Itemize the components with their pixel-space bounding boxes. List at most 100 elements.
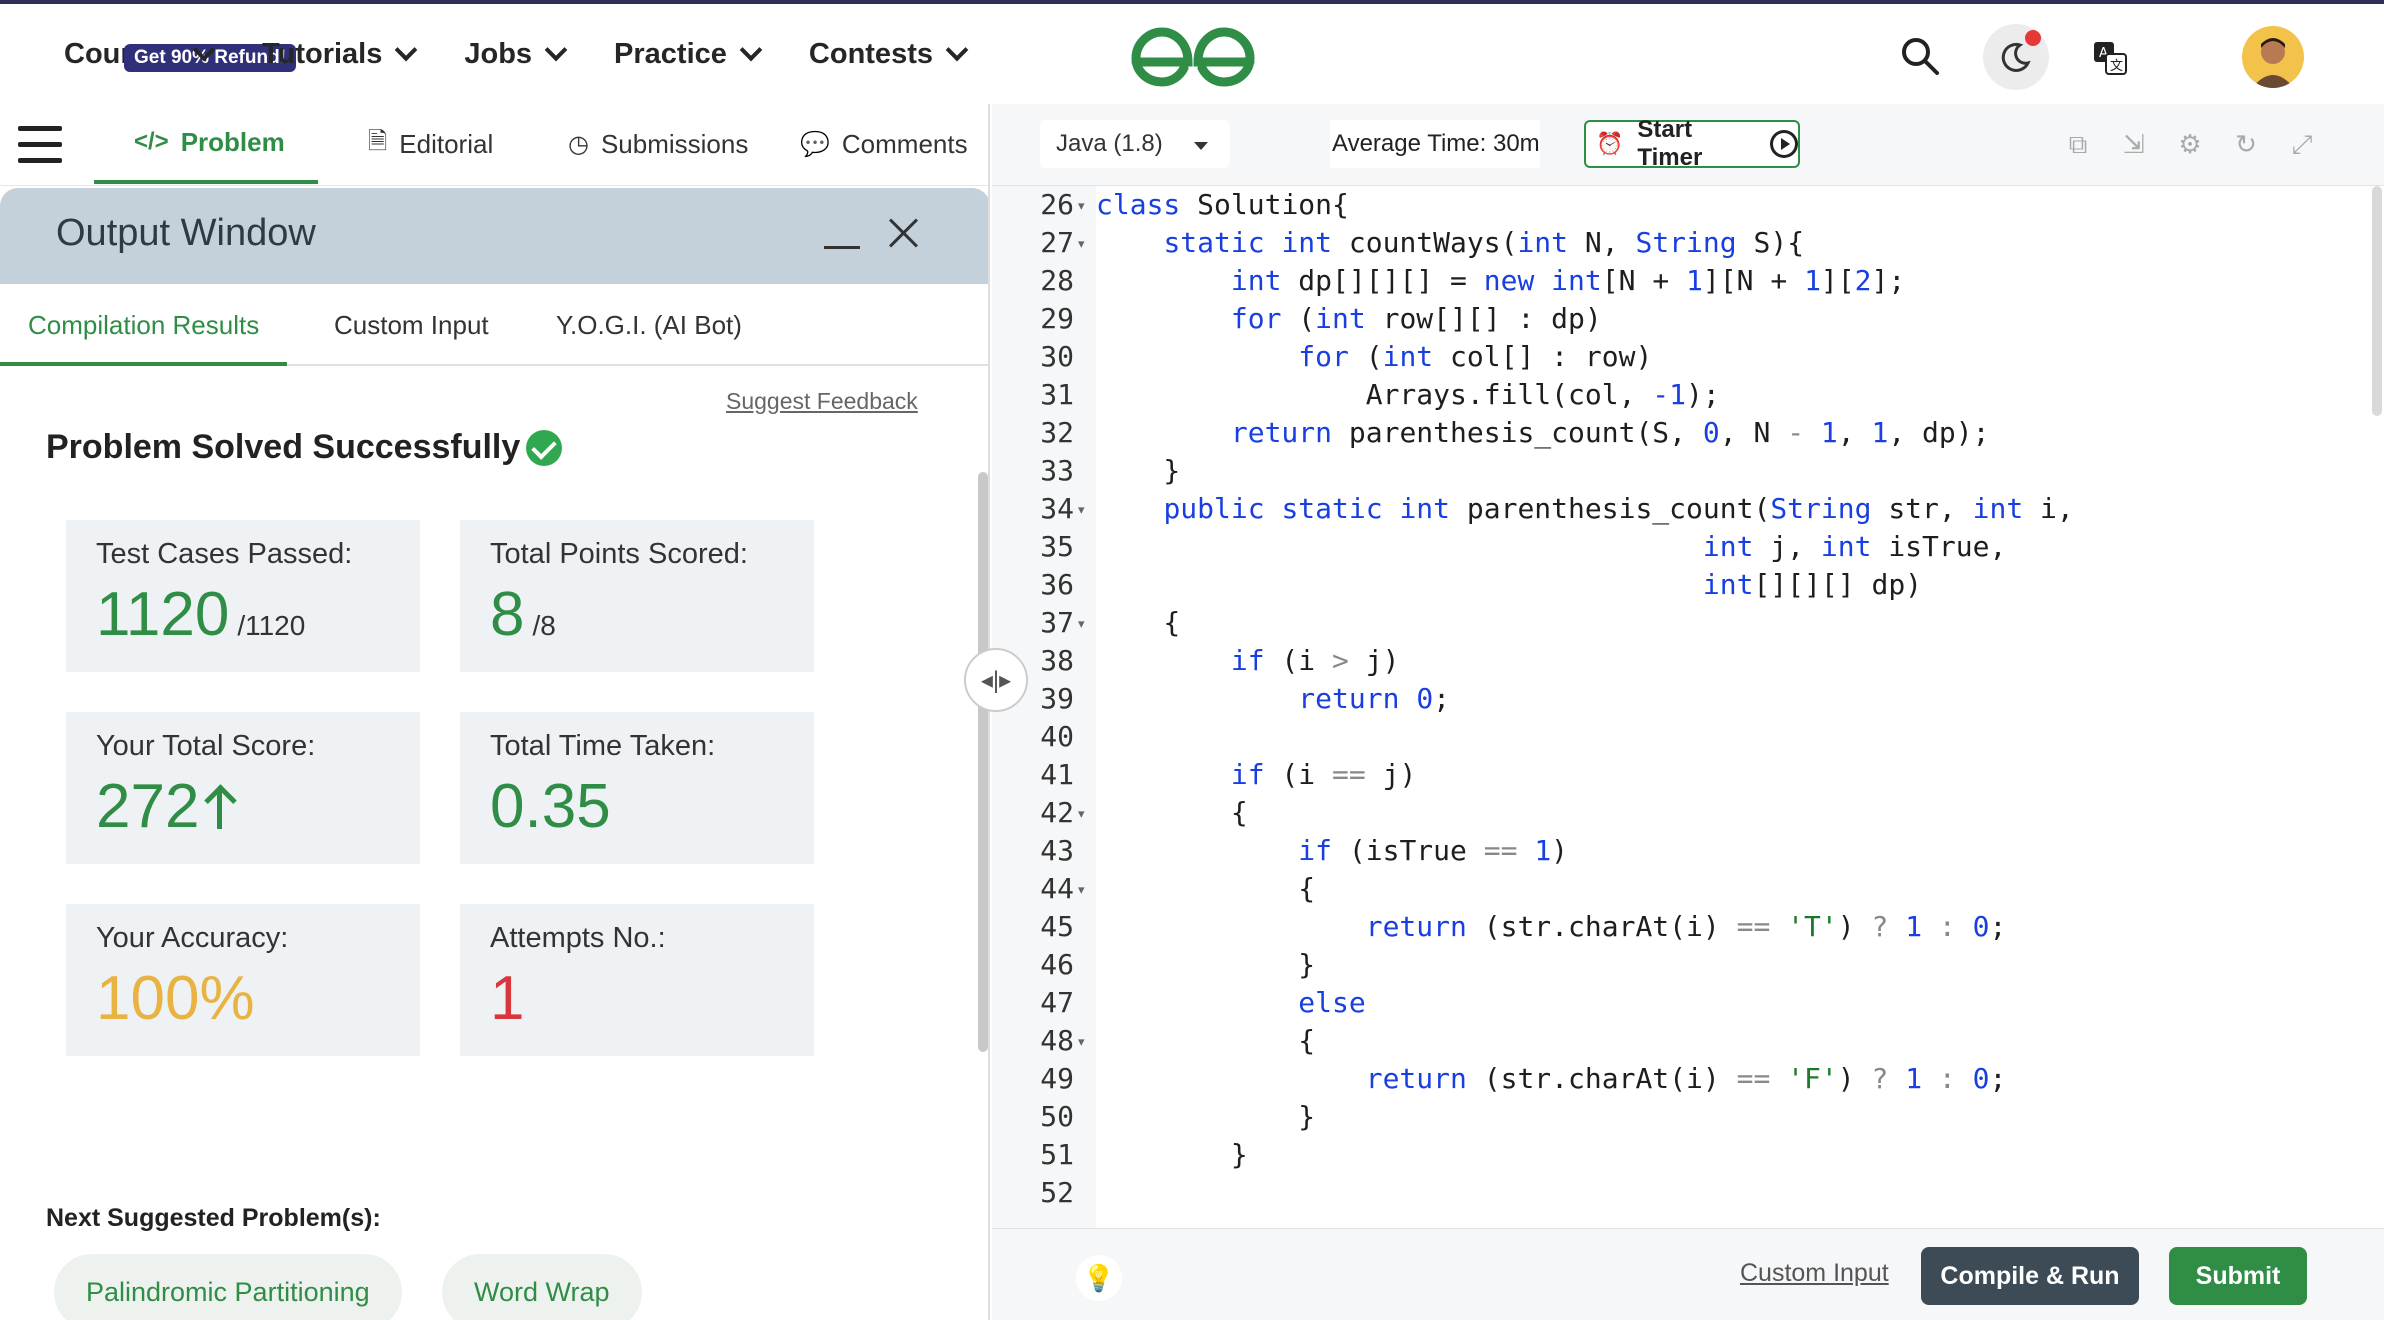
fold-caret-icon[interactable]: ▾ <box>1078 198 1085 214</box>
search-icon[interactable] <box>1898 34 1942 78</box>
line-number: 34 <box>1040 492 1074 525</box>
close-icon[interactable] <box>886 214 922 250</box>
subtab-yogi-ai-bot[interactable]: Y.O.G.I. (AI Bot) <box>556 284 742 366</box>
tab-problem[interactable]: </> Problem <box>94 104 318 184</box>
points-card: Total Points Scored: 8/8 <box>460 520 814 672</box>
copy-icon[interactable]: ⧉ <box>2062 128 2094 160</box>
test-cases-card: Test Cases Passed: 1120/1120 <box>66 520 420 672</box>
lightbulb-icon[interactable]: 💡 <box>1076 1255 1122 1301</box>
solved-heading: Problem Solved Successfully <box>46 428 563 467</box>
nav-courses[interactable]: Get 90% Refund! Courses <box>64 38 297 72</box>
code-line: public static int parenthesis_count(Stri… <box>1163 492 2074 525</box>
code-line: } <box>1096 948 1316 981</box>
left-panel: </> Problem 🗎 Editorial ◷ Submissions 💬 Comm… <box>0 104 990 1320</box>
line-number-gutter: 26 ▾ 27 ▾ 28 29 30 31 32 33 34 ▾ 35 36 37 ▾ 38 39 40 41 42 ▾ 4… <box>992 186 1096 1320</box>
language-select[interactable]: Java (1.8) <box>1040 120 1230 168</box>
code-line: } <box>1096 1100 1316 1133</box>
problem-tabs: </> Problem 🗎 Editorial ◷ Submissions 💬 Comm… <box>0 104 988 186</box>
dark-mode-toggle[interactable] <box>1983 24 2049 90</box>
attempts-card: Attempts No.: 1 <box>460 904 814 1056</box>
chevron-down-icon <box>544 38 568 62</box>
start-timer-button[interactable]: ⏰ Start Timer <box>1584 116 1800 171</box>
line-number: 49 <box>1040 1062 1074 1095</box>
fold-caret-icon[interactable]: ▾ <box>1078 616 1085 632</box>
time-taken-value: 0.35 <box>490 772 611 841</box>
nav-tutorials[interactable]: Tutorials <box>262 37 418 71</box>
moon-icon <box>2001 42 2031 72</box>
suggest-feedback-link[interactable]: Suggest Feedback <box>726 388 918 415</box>
code-line: return (str.charAt(i) == 'T') ? 1 : 0; <box>1365 910 2007 943</box>
line-number: 44 <box>1040 872 1074 905</box>
site-logo[interactable] <box>1130 24 1256 90</box>
suggestion-chip[interactable]: Palindromic Partitioning <box>54 1254 402 1320</box>
code-line: { <box>1096 1024 1316 1057</box>
tab-editorial[interactable]: 🗎 Editorial <box>368 104 493 184</box>
chevron-down-icon <box>945 38 969 62</box>
notification-dot <box>2025 30 2041 46</box>
accuracy-label: Your Accuracy: <box>96 922 289 954</box>
line-number: 31 <box>1040 378 1074 411</box>
line-number: 45 <box>1040 910 1074 943</box>
start-timer-label: Start Timer <box>1637 116 1703 171</box>
hamburger-menu-icon[interactable] <box>18 126 62 164</box>
nav-jobs[interactable]: Jobs <box>464 38 568 71</box>
output-scrollbar[interactable] <box>978 472 988 1052</box>
svg-text:文: 文 <box>2110 59 2123 74</box>
subtab-compilation-results[interactable]: Compilation Results <box>0 284 288 366</box>
output-window: Output Window Compilation Results Custom… <box>0 188 988 1320</box>
compile-run-button[interactable]: Compile & Run <box>1921 1247 2139 1305</box>
tab-problem-label: Problem <box>180 126 285 157</box>
custom-input-link[interactable]: Custom Input <box>1740 1259 1889 1288</box>
check-circle-icon <box>526 429 563 466</box>
code-line: int j, int isTrue, <box>1702 530 2007 563</box>
top-navbar: Get 90% Refund! Courses Tutorials Jobs P… <box>0 0 2384 104</box>
nav-practice[interactable]: Practice <box>614 38 763 71</box>
fold-caret-icon[interactable]: ▾ <box>1078 236 1085 252</box>
test-cases-value: 1120 <box>96 580 230 649</box>
code-line: for (int row[][] : dp) <box>1230 302 1602 335</box>
subtab-custom-input[interactable]: Custom Input <box>334 284 489 366</box>
tab-editorial-label: Editorial <box>399 128 494 159</box>
line-number: 26 <box>1040 188 1074 221</box>
line-number: 46 <box>1040 948 1074 981</box>
suggestion-chip[interactable]: Word Wrap <box>442 1254 642 1320</box>
fold-caret-icon[interactable]: ▾ <box>1078 882 1085 898</box>
reset-icon[interactable]: ↻ <box>2230 128 2262 160</box>
fold-caret-icon[interactable]: ▾ <box>1078 806 1085 822</box>
total-score-card: Your Total Score: 272 <box>66 712 420 864</box>
code-line: return 0; <box>1298 682 1451 715</box>
user-avatar[interactable] <box>2242 26 2304 88</box>
line-number: 36 <box>1040 568 1074 601</box>
translate-icon[interactable]: A文 <box>2090 38 2130 78</box>
code-line: int[][][] dp) <box>1702 568 1923 601</box>
tab-comments[interactable]: 💬 Comments <box>800 104 968 184</box>
line-number: 42 <box>1040 796 1074 829</box>
import-icon[interactable]: ⇲ <box>2118 128 2150 160</box>
fullscreen-icon[interactable]: ⤢ <box>2286 128 2318 160</box>
line-number: 37 <box>1040 606 1074 639</box>
editor-scrollbar[interactable] <box>2372 186 2382 416</box>
panel-resize-handle[interactable]: ◂|▸ <box>964 648 1028 712</box>
time-taken-label: Total Time Taken: <box>490 730 716 762</box>
output-window-title: Output Window <box>56 212 316 254</box>
fold-caret-icon[interactable]: ▾ <box>1078 502 1085 518</box>
line-number: 29 <box>1040 302 1074 335</box>
output-window-header: Output Window <box>0 188 988 284</box>
line-number: 30 <box>1040 340 1074 373</box>
minimize-icon[interactable] <box>824 246 860 249</box>
settings-gear-icon[interactable]: ⚙ <box>2174 128 2206 160</box>
fold-caret-icon[interactable]: ▾ <box>1078 1034 1085 1050</box>
code-area[interactable]: class Solution{ static int countWays(int… <box>1096 186 2364 1320</box>
line-number: 52 <box>1040 1176 1074 1209</box>
nav-tutorials-label: Tutorials <box>262 37 383 70</box>
submit-button[interactable]: Submit <box>2169 1247 2307 1305</box>
nav-contests[interactable]: Contests <box>809 38 969 71</box>
code-line: } <box>1096 454 1181 487</box>
line-number: 43 <box>1040 834 1074 867</box>
accuracy-card: Your Accuracy: 100% <box>66 904 420 1056</box>
tab-comments-label: Comments <box>841 128 968 159</box>
points-label: Total Points Scored: <box>490 538 748 570</box>
caret-down-icon <box>1194 142 1208 150</box>
tab-submissions[interactable]: ◷ Submissions <box>568 104 748 184</box>
